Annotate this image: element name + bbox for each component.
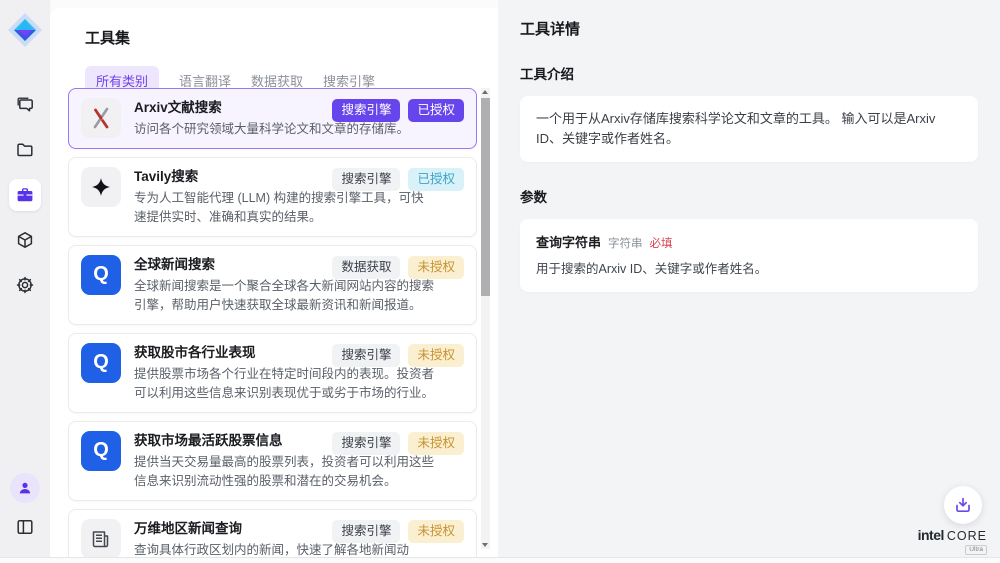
intel-core-logo: intel CORE Ultra (918, 528, 987, 555)
tool-description: 提供股票市场各个行业在特定时间段内的表现。投资者可以利用这些信息来识别表现优于或… (134, 365, 434, 403)
scrollbar-thumb[interactable] (481, 98, 490, 296)
folder-icon[interactable] (9, 134, 41, 166)
category-badge: 搜索引擎 (332, 520, 400, 543)
tool-description: 专为人工智能代理 (LLM) 构建的搜索引擎工具，可快速提供实时、准确和真实的结… (134, 189, 434, 227)
tool-description: 查询具体行政区划内的新闻，快速了解各地新闻动 (134, 541, 434, 557)
auth-status-badge: 未授权 (408, 520, 464, 543)
tool-description: 访问各个研究领域大量科学论文和文章的存储库。 (134, 120, 434, 139)
intel-ultra-badge: Ultra (965, 545, 987, 556)
tool-badges: 搜索引擎 已授权 (332, 99, 464, 122)
juhe-q-icon: Q (81, 343, 121, 383)
scroll-down-arrow-icon[interactable] (482, 543, 488, 547)
tool-description: 全球新闻搜索是一个聚合全球各大新闻网站内容的搜索引擎，帮助用户快速获取全球最新资… (134, 277, 434, 315)
newspaper-icon (81, 519, 121, 557)
sparkle-icon (81, 167, 121, 207)
tool-badges: 数据获取 未授权 (332, 256, 464, 279)
cube-icon[interactable] (9, 224, 41, 256)
download-icon (953, 495, 973, 515)
core-wordmark: CORE (947, 530, 987, 543)
sidebar-bottom-group (9, 473, 41, 543)
user-avatar-icon[interactable] (10, 473, 40, 503)
param-header: 查询字符串 字符串 必填 (536, 232, 962, 251)
auth-status-badge: 已授权 (408, 99, 464, 122)
list-scrollbar[interactable] (481, 88, 490, 549)
intro-heading: 工具介绍 (520, 63, 978, 83)
tool-card-4[interactable]: Q 获取市场最活跃股票信息 提供当天交易量最高的股票列表，投资者可以利用这些信息… (68, 421, 477, 501)
app-window: 工具集 所有类别语言翻译数据获取搜索引擎 Arxiv文献搜索 访问各个研究领域大… (0, 0, 1000, 563)
tools-panel: 工具集 所有类别语言翻译数据获取搜索引擎 Arxiv文献搜索 访问各个研究领域大… (50, 8, 498, 557)
intro-text: 一个用于从Arxiv存储库搜索科学论文和文章的工具。 输入可以是Arxiv ID… (536, 109, 962, 149)
tool-card-2[interactable]: Q 全球新闻搜索 全球新闻搜索是一个聚合全球各大新闻网站内容的搜索引擎，帮助用户… (68, 245, 477, 325)
category-badge: 数据获取 (332, 256, 400, 279)
sidebar-icon-group (9, 89, 41, 301)
category-badge: 搜索引擎 (332, 344, 400, 367)
param-type: 字符串 (608, 235, 643, 251)
juhe-q-icon: Q (81, 255, 121, 295)
juhe-q-icon: Q (81, 431, 121, 471)
panel-layout-icon[interactable] (9, 511, 41, 543)
page-title: 工具集 (85, 27, 498, 48)
auth-status-badge: 未授权 (408, 344, 464, 367)
intro-box: 一个用于从Arxiv存储库搜索科学论文和文章的工具。 输入可以是Arxiv ID… (520, 96, 978, 162)
category-badge: 搜索引擎 (332, 99, 400, 122)
detail-title: 工具详情 (520, 18, 978, 39)
auth-status-badge: 未授权 (408, 432, 464, 455)
tool-card-1[interactable]: Tavily搜索 专为人工智能代理 (LLM) 构建的搜索引擎工具，可快速提供实… (68, 157, 477, 237)
auth-status-badge: 已授权 (408, 168, 464, 191)
tool-badges: 搜索引擎 未授权 (332, 344, 464, 367)
auth-status-badge: 未授权 (408, 256, 464, 279)
tool-badges: 搜索引擎 已授权 (332, 168, 464, 191)
download-button[interactable] (944, 486, 982, 524)
scroll-up-arrow-icon[interactable] (482, 90, 488, 94)
param-description: 用于搜索的Arxiv ID、关键字或作者姓名。 (536, 260, 962, 279)
param-required-label: 必填 (650, 235, 673, 251)
arxiv-icon (81, 98, 121, 138)
app-logo-icon (6, 11, 44, 49)
tool-detail-panel: 工具详情 工具介绍 一个用于从Arxiv存储库搜索科学论文和文章的工具。 输入可… (498, 0, 1000, 557)
params-heading: 参数 (520, 186, 978, 206)
category-badge: 搜索引擎 (332, 432, 400, 455)
category-badge: 搜索引擎 (332, 168, 400, 191)
tool-list: Arxiv文献搜索 访问各个研究领域大量科学论文和文章的存储库。 搜索引擎 已授… (68, 88, 477, 557)
chat-icon[interactable] (9, 89, 41, 121)
sidebar-rail (0, 0, 50, 557)
intel-wordmark: intel (918, 528, 944, 542)
tool-description: 提供当天交易量最高的股票列表，投资者可以利用这些信息来识别流动性强的股票和潜在的… (134, 453, 434, 491)
param-box: 查询字符串 字符串 必填 用于搜索的Arxiv ID、关键字或作者姓名。 (520, 219, 978, 292)
tool-card-3[interactable]: Q 获取股市各行业表现 提供股票市场各个行业在特定时间段内的表现。投资者可以利用… (68, 333, 477, 413)
tool-card-0[interactable]: Arxiv文献搜索 访问各个研究领域大量科学论文和文章的存储库。 搜索引擎 已授… (68, 88, 477, 149)
tool-card-5[interactable]: 万维地区新闻查询 查询具体行政区划内的新闻，快速了解各地新闻动 搜索引擎 未授权 (68, 509, 477, 557)
tool-badges: 搜索引擎 未授权 (332, 432, 464, 455)
param-name: 查询字符串 (536, 232, 601, 251)
gear-icon[interactable] (9, 269, 41, 301)
toolbox-icon[interactable] (9, 179, 41, 211)
window-bottom-edge (0, 557, 1000, 563)
tool-badges: 搜索引擎 未授权 (332, 520, 464, 543)
